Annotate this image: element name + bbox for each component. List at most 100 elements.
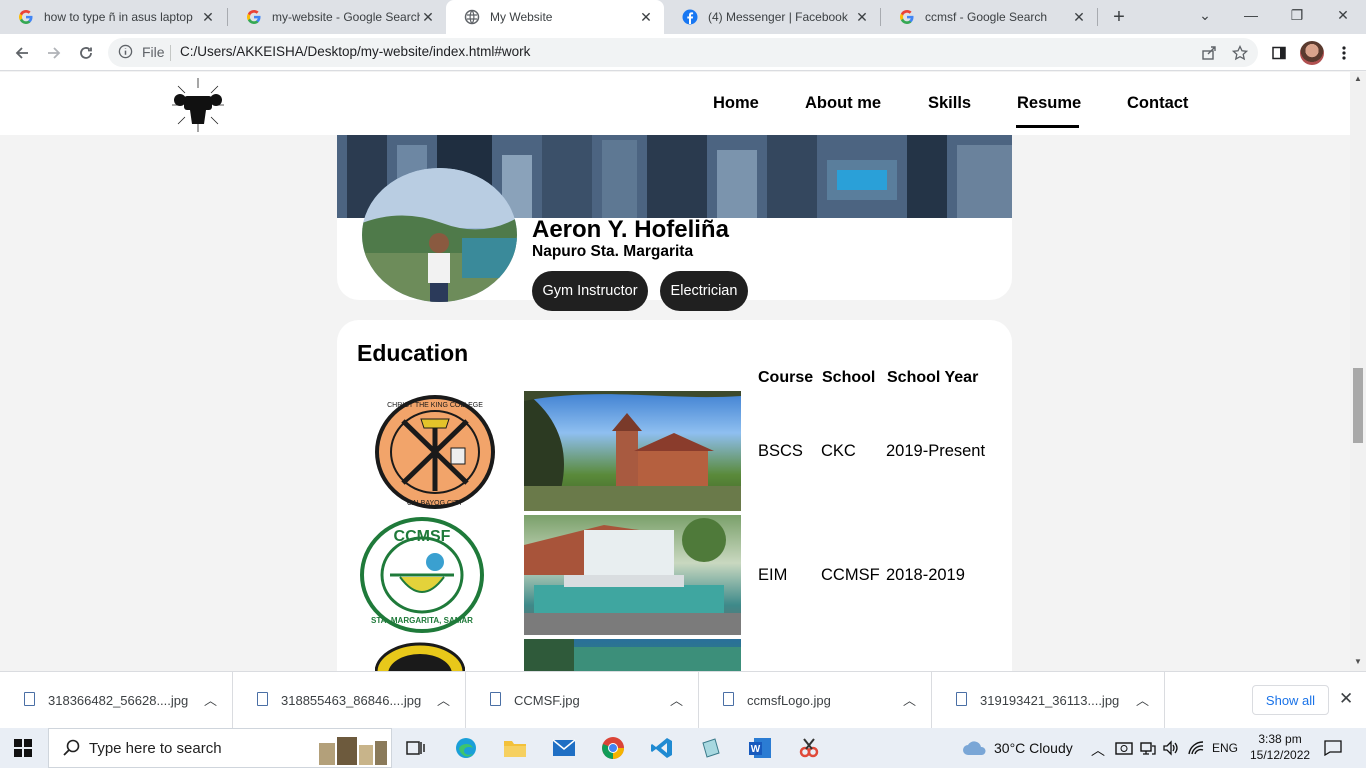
tab-how-to-type[interactable]: how to type ñ in asus laptop ✕: [0, 0, 226, 34]
page-viewport: Education Course School School Year CHRI…: [0, 72, 1350, 671]
profile-address: Napuro Sta. Margarita: [532, 243, 694, 260]
mail-icon[interactable]: [550, 734, 578, 762]
volume-icon[interactable]: [1162, 740, 1180, 759]
nav-skills[interactable]: Skills: [928, 94, 971, 113]
download-filename: CCMSF.jpg: [514, 693, 580, 708]
restore-button[interactable]: ❐: [1274, 0, 1320, 34]
omnibox-divider: [170, 45, 171, 61]
clock-date: 15/12/2022: [1250, 748, 1311, 762]
reload-button[interactable]: [73, 40, 99, 66]
scroll-up-icon[interactable]: ▲: [1354, 74, 1362, 83]
more-menu-icon[interactable]: [1333, 42, 1355, 64]
edge-icon[interactable]: [452, 734, 480, 762]
tab-ccmsf-search[interactable]: ccmsf - Google Search ✕: [881, 0, 1097, 34]
windows-taskbar: Type here to search W 30°C Cloudy ︿ ENG …: [0, 728, 1366, 768]
tab-search-chevron-icon[interactable]: ⌄: [1182, 0, 1228, 34]
window-close-button[interactable]: ✕: [1320, 0, 1366, 34]
windows-start-icon[interactable]: [14, 739, 32, 757]
meet-now-icon[interactable]: [1115, 740, 1133, 759]
task-view-icon[interactable]: [402, 734, 430, 762]
url-text[interactable]: C:/Users/AKKEISHA/Desktop/my-website/ind…: [180, 44, 530, 59]
profile-avatar[interactable]: [1300, 41, 1324, 65]
chevron-up-icon[interactable]: ︿: [670, 690, 683, 709]
school-cell: CKC: [821, 442, 856, 460]
page-scrollbar[interactable]: ▲ ▼: [1350, 72, 1366, 671]
google-icon: [899, 9, 915, 25]
tag-electrician[interactable]: Electrician: [660, 271, 748, 311]
site-header: Home About me Skills Resume Contact: [0, 72, 1350, 135]
svg-text:W: W: [751, 744, 761, 755]
show-all-downloads-button[interactable]: Show all: [1252, 685, 1329, 715]
school-cell: CCMSF: [821, 566, 880, 584]
ckc-logo-sub: CALBAYOG CITY: [407, 500, 463, 507]
word-icon[interactable]: W: [746, 734, 774, 762]
nav-resume[interactable]: Resume: [1017, 94, 1081, 113]
close-icon[interactable]: ✕: [638, 9, 654, 26]
tab-title: my-website - Google Search: [272, 10, 420, 24]
new-tab-button[interactable]: +: [1108, 6, 1130, 28]
google-icon: [18, 9, 34, 25]
wifi-icon[interactable]: [1187, 740, 1205, 759]
scroll-down-icon[interactable]: ▼: [1354, 657, 1362, 666]
taskbar-clock[interactable]: 3:38 pm 15/12/2022: [1250, 731, 1310, 763]
notepad-icon[interactable]: [697, 734, 725, 762]
close-icon[interactable]: ✕: [1071, 9, 1087, 26]
education-section: Education Course School School Year CHRI…: [337, 320, 1012, 671]
close-icon[interactable]: ✕: [420, 9, 436, 26]
chevron-up-icon[interactable]: ︿: [437, 690, 450, 709]
share-icon[interactable]: [1198, 42, 1220, 64]
close-icon[interactable]: ✕: [1339, 689, 1353, 709]
language-indicator[interactable]: ENG: [1212, 741, 1238, 755]
address-bar[interactable]: File C:/Users/AKKEISHA/Desktop/my-websit…: [108, 38, 1258, 67]
chevron-up-icon[interactable]: ︿: [1136, 690, 1149, 709]
ckc-campus-photo: [524, 391, 741, 511]
forward-button[interactable]: [41, 40, 67, 66]
tab-title: (4) Messenger | Facebook: [708, 10, 848, 24]
chrome-icon[interactable]: [599, 734, 627, 762]
tab-title: My Website: [490, 10, 553, 24]
tab-my-website[interactable]: My Website ✕: [446, 0, 664, 34]
ccmsf-campus-photo: [524, 515, 741, 635]
download-bar: 318366482_56628....jpg ︿ 318855463_86846…: [0, 671, 1366, 729]
side-panel-icon[interactable]: [1268, 42, 1290, 64]
star-icon[interactable]: [1229, 42, 1251, 64]
download-item[interactable]: CCMSF.jpg ︿: [466, 672, 699, 729]
weather-text[interactable]: 30°C Cloudy: [994, 740, 1073, 756]
download-filename: 319193421_36113....jpg: [980, 693, 1120, 708]
vscode-icon[interactable]: [648, 734, 676, 762]
tray-chevron-up-icon[interactable]: ︿: [1091, 740, 1105, 760]
fist-logo[interactable]: [166, 76, 230, 134]
nav-contact[interactable]: Contact: [1127, 94, 1188, 113]
minimize-button[interactable]: —: [1228, 0, 1274, 34]
column-header-course: Course: [758, 369, 814, 386]
google-icon: [246, 9, 262, 25]
notifications-icon[interactable]: [1324, 740, 1342, 759]
download-item[interactable]: 318855463_86846....jpg ︿: [233, 672, 466, 729]
tab-my-website-search[interactable]: my-website - Google Search ✕: [228, 0, 446, 34]
info-icon[interactable]: [118, 44, 133, 62]
download-filename: ccmsfLogo.jpg: [747, 693, 831, 708]
active-nav-indicator: [1016, 125, 1079, 128]
weather-cloud-icon[interactable]: [962, 740, 988, 756]
tab-messenger[interactable]: (4) Messenger | Facebook ✕: [664, 0, 880, 34]
network-icon[interactable]: [1139, 740, 1157, 759]
column-header-school-year: School Year: [887, 369, 979, 386]
file-icon: [723, 692, 734, 706]
back-button[interactable]: [9, 40, 35, 66]
tag-gym-instructor[interactable]: Gym Instructor: [532, 271, 648, 311]
taskbar-search-box[interactable]: Type here to search: [48, 728, 392, 768]
download-item[interactable]: ccmsfLogo.jpg ︿: [699, 672, 932, 729]
close-icon[interactable]: ✕: [200, 9, 216, 26]
close-icon[interactable]: ✕: [854, 9, 870, 26]
download-item[interactable]: 318366482_56628....jpg ︿: [0, 672, 233, 729]
chevron-up-icon[interactable]: ︿: [903, 690, 916, 709]
nav-home[interactable]: Home: [713, 94, 759, 113]
nav-about-me[interactable]: About me: [805, 94, 881, 113]
chevron-up-icon[interactable]: ︿: [204, 690, 217, 709]
tab-title: ccmsf - Google Search: [925, 10, 1048, 24]
download-item[interactable]: 319193421_36113....jpg ︿: [932, 672, 1165, 729]
browser-tabstrip: how to type ñ in asus laptop ✕ my-websit…: [0, 0, 1366, 34]
snipping-tool-icon[interactable]: [795, 734, 823, 762]
scrollbar-thumb[interactable]: [1353, 368, 1363, 443]
file-explorer-icon[interactable]: [501, 734, 529, 762]
